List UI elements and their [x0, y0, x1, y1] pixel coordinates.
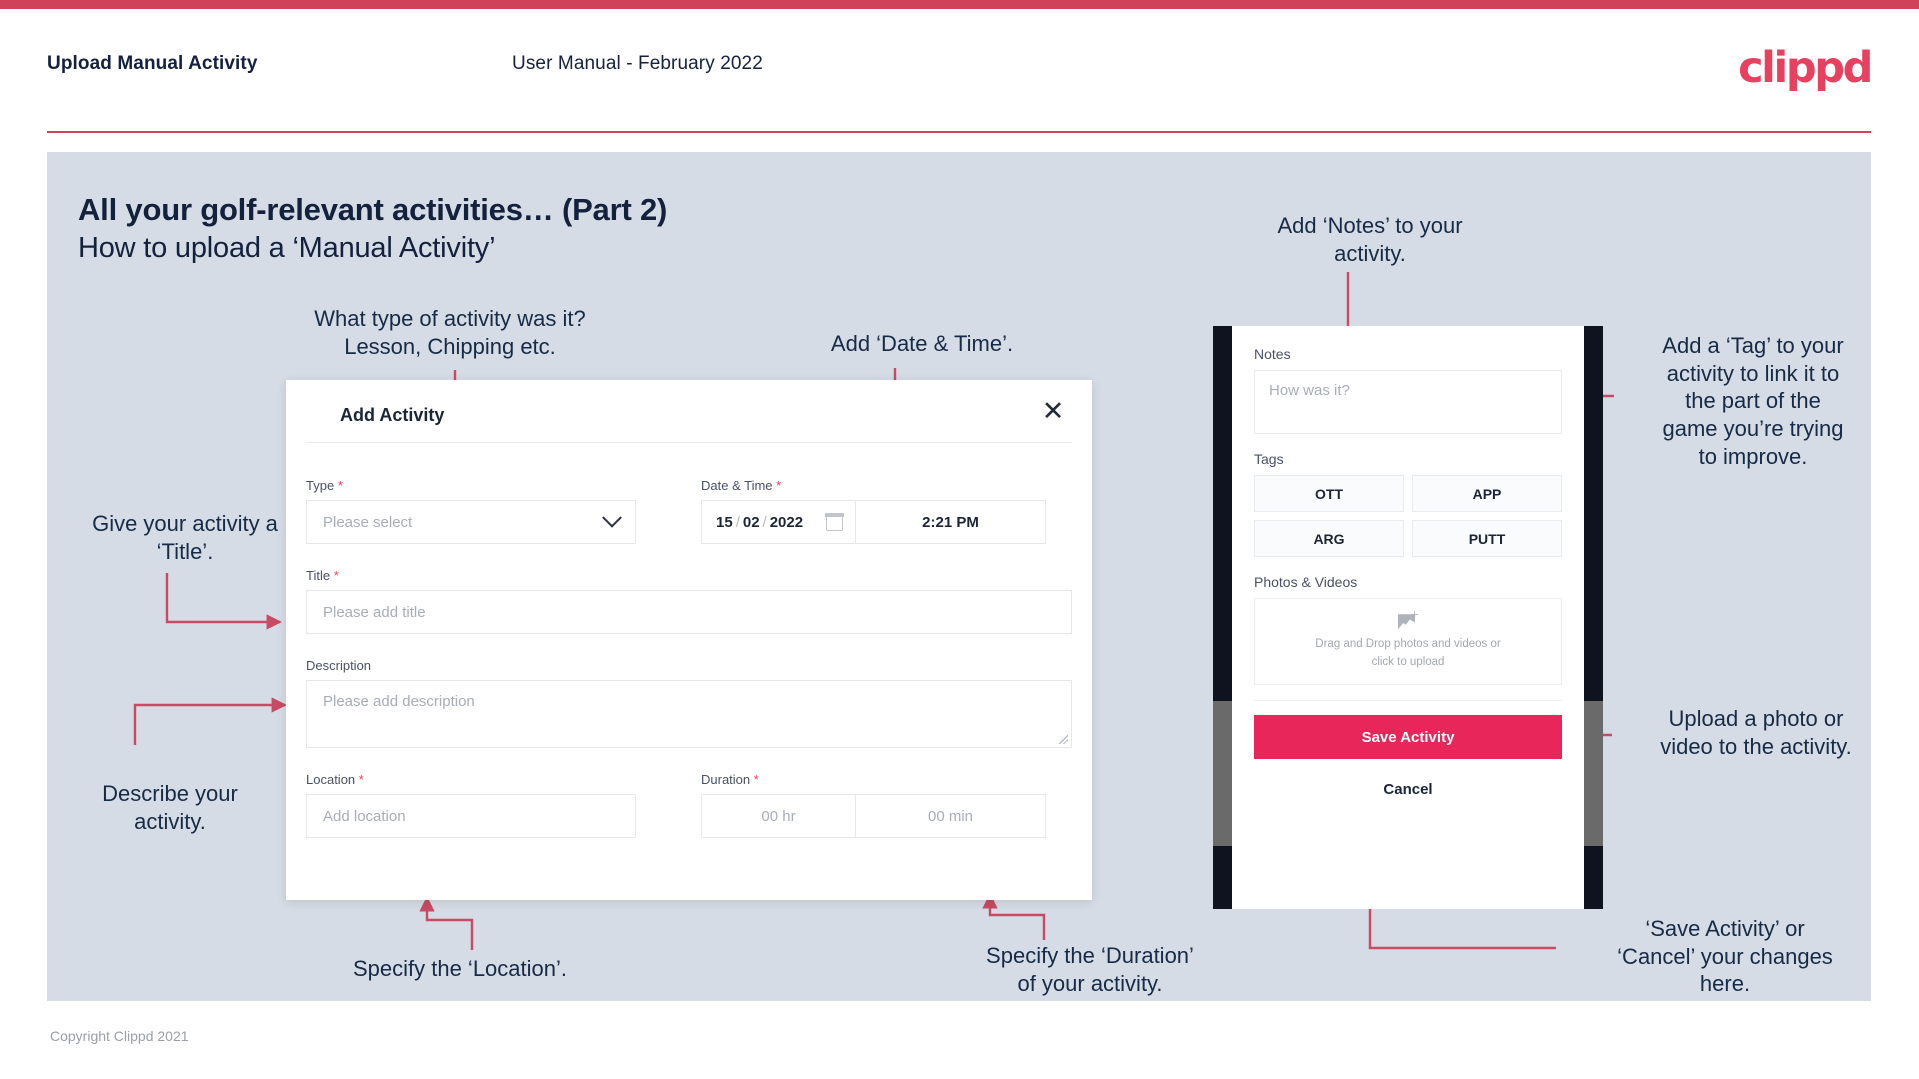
modal-header: Add Activity ✕	[286, 380, 1092, 442]
header-divider	[47, 131, 1871, 133]
chevron-down-icon	[602, 507, 622, 528]
description-input[interactable]: Please add description	[306, 680, 1072, 748]
duration-minutes-input[interactable]: 00 min	[856, 794, 1046, 838]
duration-group: 00 hr 00 min	[701, 794, 1046, 838]
tag-app[interactable]: APP	[1412, 475, 1562, 512]
title-input[interactable]: Please add title	[306, 590, 1072, 634]
tag-arg[interactable]: ARG	[1254, 520, 1404, 557]
datetime-group: 15/02/2022 2:21 PM	[701, 500, 1046, 544]
add-activity-modal: Add Activity ✕ Type * Please select Date…	[286, 380, 1092, 900]
label-description: Description	[306, 658, 372, 673]
phone-screen: Notes How was it? Tags OTT APP ARG PUTT …	[1232, 326, 1584, 909]
annotation-description: Describe your activity.	[102, 781, 238, 834]
top-accent-bar	[0, 0, 1919, 9]
page-header: Upload Manual Activity User Manual - Feb…	[0, 9, 1919, 133]
phone-notes-label: Notes	[1254, 346, 1291, 362]
phone-divider	[1254, 700, 1562, 701]
annotation-photos: Upload a photo or video to the activity.	[1660, 706, 1852, 759]
slide-subtitle: How to upload a ‘Manual Activity’	[78, 232, 496, 264]
save-activity-button[interactable]: Save Activity	[1254, 715, 1562, 759]
phone-bezel-right-segment	[1584, 701, 1603, 846]
duration-hours-input[interactable]: 00 hr	[701, 794, 856, 838]
label-datetime: Date & Time *	[701, 478, 782, 493]
label-type: Type *	[306, 478, 343, 493]
label-location: Location *	[306, 772, 364, 787]
annotation-save: ‘Save Activity’ or ‘Cancel’ your changes h…	[1617, 916, 1833, 997]
phone-bezel-right	[1584, 326, 1603, 909]
field-description: Description Please add description	[306, 658, 1072, 748]
phone-mockup: Notes How was it? Tags OTT APP ARG PUTT …	[1213, 326, 1603, 909]
page-title: Upload Manual Activity	[47, 53, 258, 74]
phone-notes-placeholder: How was it?	[1269, 382, 1350, 399]
cancel-button[interactable]: Cancel	[1254, 781, 1562, 798]
label-duration: Duration *	[701, 772, 759, 787]
page-subtitle: User Manual - February 2022	[512, 53, 763, 74]
clippd-logo: clippd	[1738, 43, 1873, 93]
label-title: Title *	[306, 568, 339, 583]
phone-notes-input[interactable]: How was it?	[1254, 370, 1562, 434]
footer-copyright: Copyright Clippd 2021	[50, 1028, 189, 1044]
annotation-notes: Add ‘Notes’ to your activity.	[1277, 213, 1463, 266]
annotation-duration: Specify the ‘Duration’ of your activity.	[986, 943, 1194, 996]
title-placeholder: Please add title	[323, 603, 426, 621]
description-placeholder: Please add description	[323, 693, 475, 710]
annotation-type: What type of activity was it? Lesson, Chi…	[314, 306, 586, 359]
add-image-icon: +	[1398, 609, 1419, 630]
date-input[interactable]: 15/02/2022	[701, 500, 856, 544]
location-placeholder: Add location	[323, 807, 406, 825]
field-duration: Duration * 00 hr 00 min	[701, 772, 1046, 838]
field-type: Type * Please select	[306, 478, 636, 544]
type-select[interactable]: Please select	[306, 500, 636, 544]
close-icon[interactable]: ✕	[1036, 394, 1070, 428]
activity-form: Type * Please select Date & Time * 15/02…	[286, 452, 1092, 840]
annotation-datetime: Add ‘Date & Time’.	[830, 331, 1014, 356]
tag-ott[interactable]: OTT	[1254, 475, 1404, 512]
dropzone-line1: Drag and Drop photos and videos or	[1315, 638, 1501, 651]
time-input[interactable]: 2:21 PM	[856, 500, 1046, 544]
phone-upload-dropzone[interactable]: + Drag and Drop photos and videos or cli…	[1254, 598, 1562, 685]
phone-bezel-left-segment	[1213, 701, 1232, 846]
phone-tags-label: Tags	[1254, 451, 1284, 467]
slide-title: All your golf-relevant activities… (Part…	[78, 192, 668, 227]
field-datetime: Date & Time * 15/02/2022 2:21 PM	[701, 478, 1046, 544]
tag-putt[interactable]: PUTT	[1412, 520, 1562, 557]
dropzone-line2: click to upload	[1371, 655, 1445, 668]
modal-divider	[306, 442, 1072, 443]
modal-title: Add Activity	[340, 405, 445, 425]
calendar-icon[interactable]	[825, 512, 844, 531]
field-title: Title * Please add title	[306, 568, 1072, 634]
type-placeholder: Please select	[323, 513, 413, 531]
phone-photos-label: Photos & Videos	[1254, 574, 1358, 590]
phone-tags-grid: OTT APP ARG PUTT	[1254, 475, 1562, 557]
annotation-location: Specify the ‘Location’.	[352, 956, 568, 981]
dropzone-text: Drag and Drop photos and videos or click…	[1315, 636, 1500, 671]
phone-bezel-left	[1213, 326, 1232, 909]
annotation-tags: Add a ‘Tag’ to your activity to link it t…	[1662, 333, 1844, 469]
date-value: 15/02/2022	[716, 513, 804, 531]
location-input[interactable]: Add location	[306, 794, 636, 838]
field-location: Location * Add location	[306, 772, 636, 838]
